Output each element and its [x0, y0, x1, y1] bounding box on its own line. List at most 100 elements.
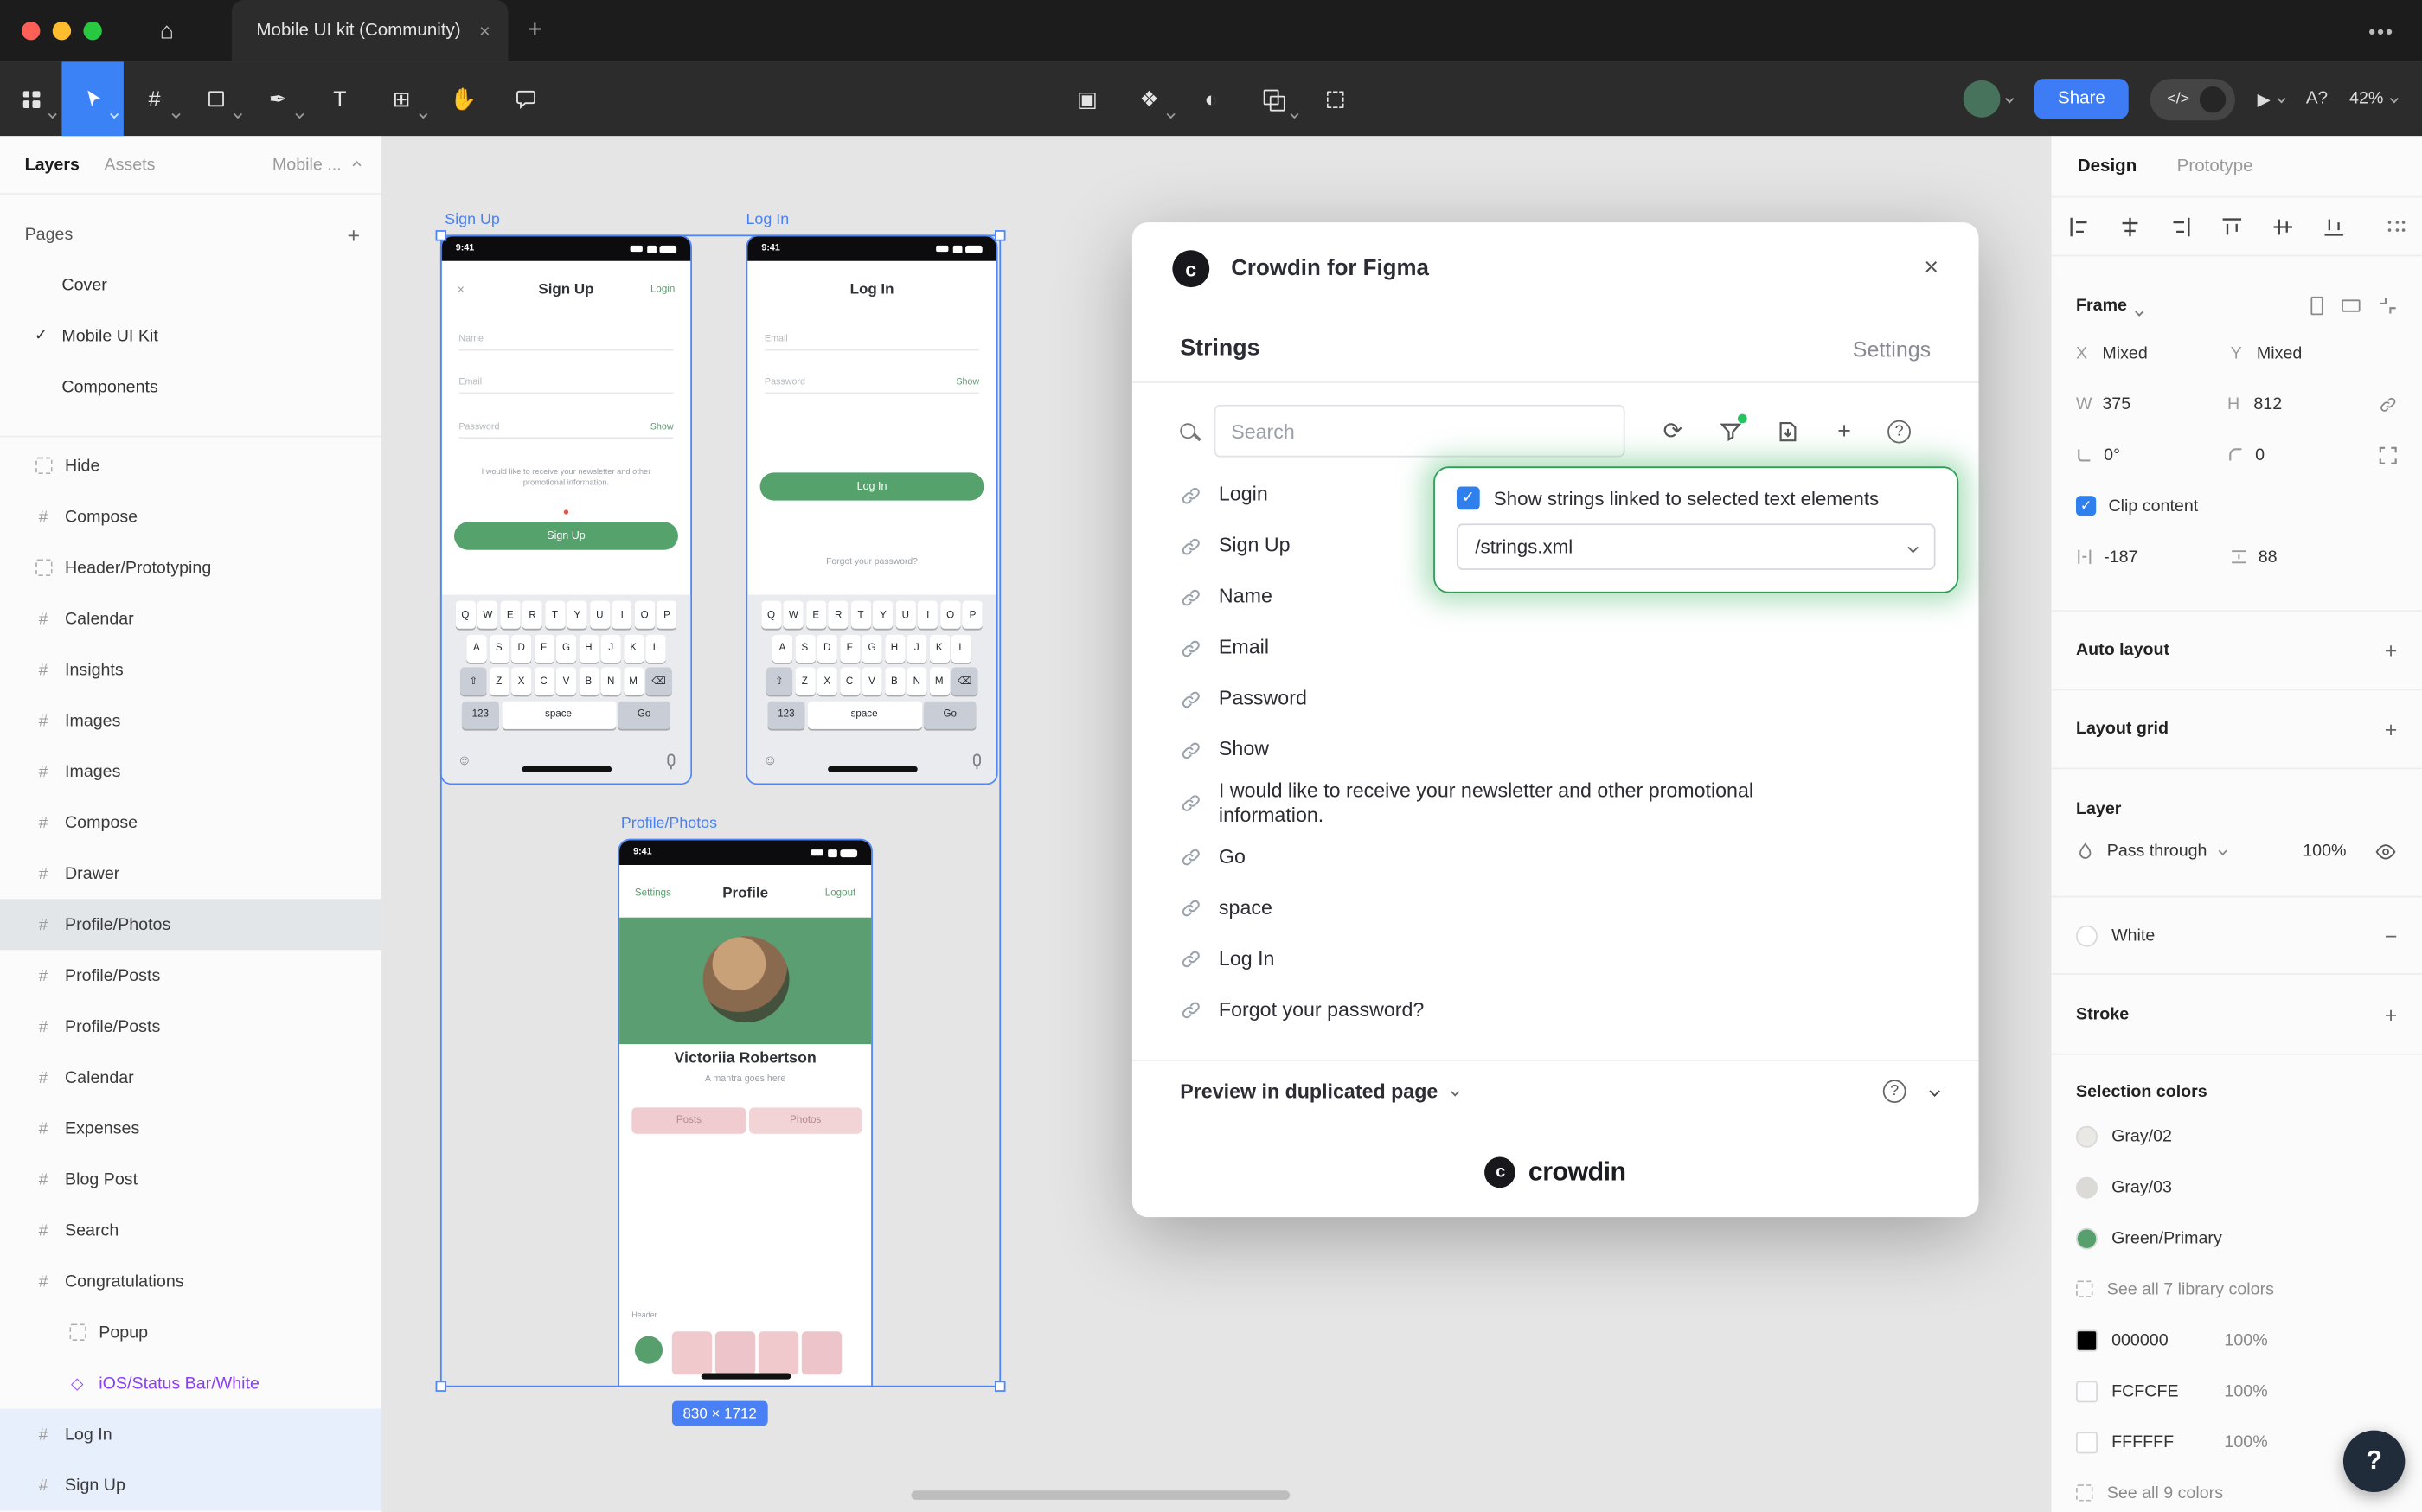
tab-settings[interactable]: Settings — [1853, 336, 1931, 361]
hex-color-row[interactable]: 000000 100% — [2076, 1315, 2397, 1366]
string-item[interactable]: Password — [1180, 674, 1917, 725]
layer-row[interactable]: Header/Prototyping — [0, 542, 381, 593]
corner-radius-field[interactable]: 0 — [2227, 445, 2379, 464]
close-tab-icon[interactable]: × — [479, 20, 490, 42]
layer-row[interactable]: Insights — [0, 644, 381, 695]
offset-x-field[interactable]: -187 — [2076, 548, 2231, 566]
add-string-icon[interactable]: + — [1830, 417, 1858, 445]
add-layout-grid-button[interactable]: + — [2385, 717, 2398, 742]
refresh-icon[interactable]: ⟳ — [1659, 417, 1687, 445]
edit-object-icon[interactable]: ▣ — [1056, 61, 1118, 136]
library-color-row[interactable]: Gray/02 — [2076, 1111, 2397, 1162]
share-button[interactable]: Share — [2034, 79, 2128, 119]
export-icon[interactable] — [1773, 417, 1801, 445]
help-icon[interactable]: ? — [1887, 420, 1911, 443]
layer-row[interactable]: Profile/Photos — [0, 899, 381, 950]
add-page-button[interactable]: + — [347, 222, 360, 247]
portrait-icon[interactable] — [2310, 297, 2323, 315]
preview-label[interactable]: Preview in duplicated page — [1180, 1080, 1438, 1103]
align-bottom-icon[interactable] — [2322, 214, 2347, 239]
horizontal-scrollbar[interactable] — [912, 1490, 1290, 1500]
offset-y-field[interactable]: 88 — [2231, 548, 2386, 566]
remove-fill-button[interactable]: − — [2385, 923, 2398, 948]
dev-mode-toggle[interactable]: </> — [2150, 78, 2236, 119]
linked-strings-checkbox[interactable] — [1457, 486, 1480, 509]
home-icon[interactable]: ⌂ — [139, 8, 195, 54]
hand-tool-button[interactable]: ✋ — [432, 61, 494, 136]
fill-swatch[interactable] — [2076, 925, 2098, 946]
frame-tool-button[interactable]: # — [124, 61, 185, 136]
profile-frame[interactable]: 9:41 Profile Settings Logout Victoriia R… — [618, 839, 873, 1387]
page-name-tab[interactable]: Mobile ... — [272, 155, 360, 173]
string-item[interactable]: Log In — [1180, 933, 1917, 984]
use-as-mask-icon[interactable]: ◐ — [1180, 61, 1241, 136]
tab-design[interactable]: Design — [2078, 157, 2137, 175]
library-color-row[interactable]: Gray/03 — [2076, 1162, 2397, 1213]
align-right-icon[interactable] — [2169, 214, 2194, 239]
close-window-button[interactable] — [22, 22, 40, 40]
string-item[interactable]: I would like to receive your newsletter … — [1180, 775, 1917, 831]
selection-handle[interactable] — [995, 1381, 1006, 1392]
layer-row[interactable]: Profile/Posts — [0, 950, 381, 1001]
align-top-icon[interactable] — [2220, 214, 2245, 239]
y-position-field[interactable]: YMixed — [2231, 343, 2386, 362]
login-frame[interactable]: 9:41 Log In Email PasswordShow Log In Fo… — [746, 234, 997, 785]
help-fab-button[interactable]: ? — [2343, 1431, 2405, 1492]
selection-handle[interactable] — [995, 230, 1006, 241]
search-input[interactable] — [1214, 405, 1625, 458]
frame-label-login[interactable]: Log In — [746, 212, 789, 229]
color-swatch[interactable] — [2076, 1125, 2098, 1147]
layer-row[interactable]: iOS/Status Bar/White — [0, 1358, 381, 1409]
present-button[interactable]: ▶ — [2258, 89, 2284, 109]
x-position-field[interactable]: XMixed — [2076, 343, 2231, 362]
layer-row[interactable]: Blog Post — [0, 1154, 381, 1205]
visibility-eye-icon[interactable] — [2374, 840, 2398, 863]
color-swatch[interactable] — [2076, 1431, 2098, 1452]
frame-label-profile[interactable]: Profile/Photos — [621, 816, 717, 833]
width-field[interactable]: W375 — [2076, 394, 2227, 413]
missing-fonts-indicator[interactable]: A? — [2306, 90, 2328, 108]
align-v-center-icon[interactable] — [2271, 214, 2296, 239]
layer-row[interactable]: Expenses — [0, 1103, 381, 1154]
tab-assets[interactable]: Assets — [105, 155, 156, 173]
constrain-proportions-icon[interactable] — [2379, 394, 2397, 413]
file-select[interactable]: /strings.xml — [1457, 523, 1936, 570]
layer-row[interactable]: Congratulations — [0, 1256, 381, 1307]
layer-row[interactable]: Sign Up — [0, 1459, 381, 1510]
resources-tool-button[interactable]: ⊞ — [371, 61, 432, 136]
string-item[interactable]: space — [1180, 883, 1917, 934]
filter-icon[interactable] — [1716, 417, 1744, 445]
boolean-operations-icon[interactable] — [1242, 61, 1304, 136]
pen-tool-button[interactable]: ✒ — [247, 61, 309, 136]
main-menu-icon[interactable] — [0, 61, 61, 136]
page-item[interactable]: Cover — [0, 259, 381, 311]
selection-handle[interactable] — [436, 1381, 447, 1392]
layer-row[interactable]: Calendar — [0, 593, 381, 644]
rotation-field[interactable]: 0° — [2076, 445, 2227, 464]
window-more-icon[interactable]: ••• — [2341, 19, 2422, 42]
color-swatch[interactable] — [2076, 1329, 2098, 1351]
zoom-menu[interactable]: 42% — [2349, 90, 2397, 108]
page-item[interactable]: Mobile UI Kit — [0, 311, 381, 362]
align-left-icon[interactable] — [2066, 214, 2092, 239]
minimize-window-button[interactable] — [53, 22, 71, 40]
shrink-icon[interactable] — [2379, 297, 2397, 315]
expand-preview-icon[interactable] — [1929, 1086, 1940, 1097]
text-tool-button[interactable]: T — [309, 61, 370, 136]
color-swatch[interactable] — [2076, 1227, 2098, 1249]
layer-opacity-field[interactable]: 100% — [2303, 842, 2346, 860]
file-tab[interactable]: Mobile UI kit (Community) × — [232, 0, 509, 61]
clip-content-checkbox[interactable] — [2076, 496, 2096, 516]
add-stroke-button[interactable]: + — [2385, 1002, 2398, 1027]
new-tab-button[interactable]: + — [509, 17, 561, 45]
see-library-colors-row[interactable]: See all 7 library colors — [2076, 1264, 2397, 1315]
layer-row[interactable]: Search — [0, 1205, 381, 1256]
color-swatch[interactable] — [2076, 1176, 2098, 1198]
frame-section-header[interactable]: Frame — [2076, 297, 2127, 315]
tab-strings[interactable]: Strings — [1180, 335, 1259, 361]
string-item[interactable]: Email — [1180, 623, 1917, 674]
string-item[interactable]: Show — [1180, 724, 1917, 775]
layer-row[interactable]: Compose — [0, 797, 381, 848]
layer-row[interactable]: Images — [0, 695, 381, 746]
add-auto-layout-button[interactable]: + — [2385, 637, 2398, 663]
